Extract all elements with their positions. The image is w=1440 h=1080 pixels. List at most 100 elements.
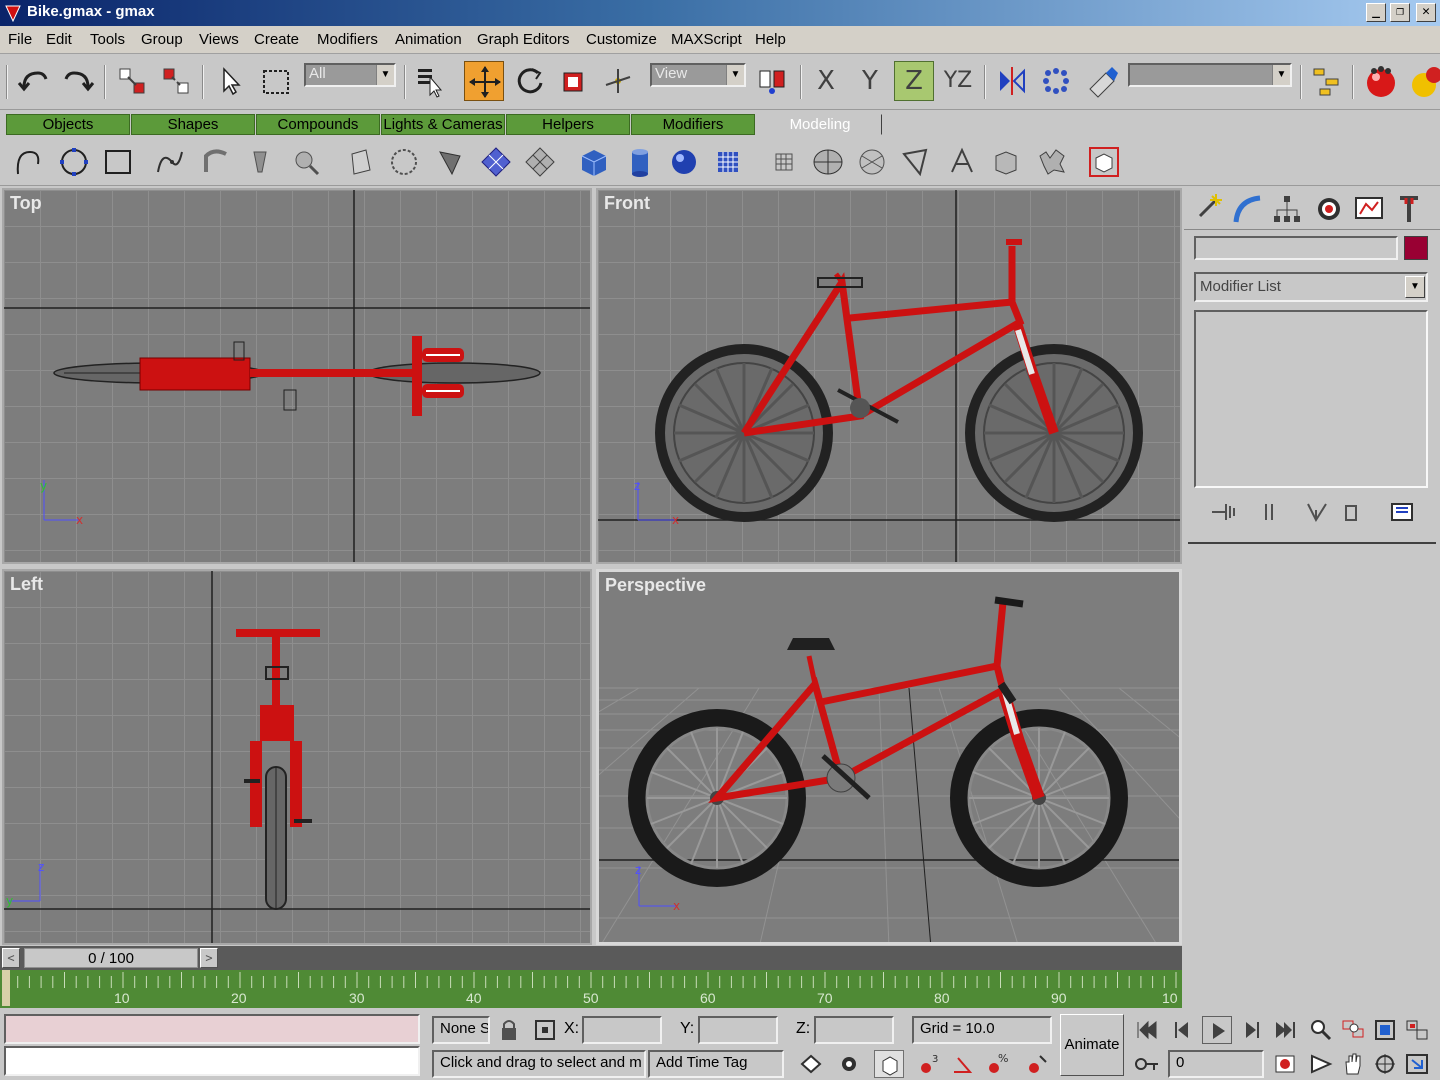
menu-tools[interactable]: Tools (90, 31, 125, 48)
track-view-icon[interactable] (1306, 61, 1346, 101)
mesh-select-icon[interactable] (384, 142, 424, 182)
x-coord-field[interactable] (582, 1016, 662, 1044)
select-and-rotate-icon[interactable] (510, 61, 550, 101)
box-icon[interactable] (574, 142, 614, 182)
menu-modifiers[interactable]: Modifiers (317, 31, 378, 48)
go-to-start-icon[interactable] (1132, 1016, 1162, 1044)
animate-button[interactable]: Animate (1060, 1014, 1124, 1076)
menu-customize[interactable]: Customize (586, 31, 657, 48)
show-end-result-icon[interactable] (1252, 496, 1286, 528)
array-icon[interactable] (1036, 61, 1076, 101)
time-prev-button[interactable]: < (2, 948, 20, 968)
zoom-icon[interactable] (1306, 1016, 1336, 1044)
current-frame-field[interactable]: 0 (1168, 1050, 1264, 1078)
select-by-name-icon[interactable] (410, 61, 450, 101)
tab-shapes[interactable]: Shapes (131, 114, 255, 135)
hierarchy-tab-icon[interactable] (1270, 192, 1304, 226)
circle-icon[interactable] (54, 142, 94, 182)
line-icon[interactable] (8, 142, 48, 182)
modifier-list-dropdown[interactable]: Modifier List ▼ (1194, 272, 1428, 302)
percent-snap-icon[interactable]: % (982, 1050, 1012, 1078)
taper-icon[interactable] (942, 142, 982, 182)
viewport-front[interactable]: z x Front (596, 188, 1182, 564)
reference-coord-dropdown[interactable]: View ▼ (650, 63, 746, 87)
sphere-toggle-icon[interactable] (796, 1050, 826, 1078)
z-coord-field[interactable] (814, 1016, 894, 1044)
pin-stack-icon[interactable] (1206, 496, 1240, 528)
next-frame-icon[interactable] (1236, 1016, 1266, 1044)
tab-objects[interactable]: Objects (6, 114, 130, 135)
display-tab-icon[interactable] (1352, 192, 1386, 226)
lock-selection-icon[interactable] (494, 1016, 524, 1044)
motion-tab-icon[interactable] (1312, 192, 1346, 226)
absolute-mode-icon[interactable] (530, 1016, 560, 1044)
menu-create[interactable]: Create (254, 31, 299, 48)
key-mode-icon[interactable] (1132, 1050, 1162, 1078)
grid-icon[interactable] (764, 142, 804, 182)
ffd-icon[interactable] (986, 142, 1026, 182)
tab-compounds[interactable]: Compounds (256, 114, 380, 135)
object-name-field[interactable] (1194, 236, 1398, 260)
play-icon[interactable] (1202, 1016, 1232, 1044)
box-mode-icon[interactable] (874, 1050, 904, 1078)
angle-snap-toggle-icon[interactable] (948, 1050, 978, 1078)
restrict-plane-button[interactable]: YZ (938, 61, 978, 101)
redo-button[interactable] (58, 61, 98, 101)
zoom-extents-all-icon[interactable] (1402, 1016, 1432, 1044)
menu-group[interactable]: Group (141, 31, 183, 48)
material-editor-icon[interactable] (1360, 61, 1400, 101)
configure-modifier-sets-icon[interactable] (1386, 496, 1420, 528)
sphere-icon[interactable] (664, 142, 704, 182)
remove-modifier-icon[interactable] (1334, 496, 1368, 528)
go-to-end-icon[interactable] (1270, 1016, 1300, 1044)
create-tab-icon[interactable] (1190, 192, 1224, 226)
selection-filter-dropdown[interactable]: All ▼ (304, 63, 396, 87)
mirror-icon[interactable] (992, 61, 1032, 101)
zoom-all-icon[interactable] (1338, 1016, 1368, 1044)
maximize-viewport-icon[interactable] (1402, 1050, 1432, 1078)
track-bar[interactable]: 10 20 30 40 50 60 70 80 90 10 (0, 970, 1182, 1008)
restrict-y-button[interactable]: Y (850, 61, 890, 101)
select-and-move-icon[interactable] (464, 61, 504, 101)
time-next-button[interactable]: > (200, 948, 218, 968)
time-slider[interactable]: < 0 / 100 > (0, 946, 1182, 970)
make-unique-icon[interactable] (1300, 496, 1334, 528)
menu-animation[interactable]: Animation (395, 31, 462, 48)
restrict-z-button[interactable]: Z (894, 61, 934, 101)
utilities-tab-icon[interactable] (1392, 192, 1426, 226)
maxscript-listener-mini[interactable] (4, 1014, 420, 1044)
zoom-extents-icon[interactable] (1370, 1016, 1400, 1044)
material-box-icon[interactable] (1084, 142, 1124, 182)
select-and-scale-icon[interactable] (554, 61, 594, 101)
previous-frame-icon[interactable] (1168, 1016, 1198, 1044)
edit-mesh-icon[interactable] (340, 142, 380, 182)
minimize-button[interactable]: _ (1366, 3, 1386, 22)
tab-modeling[interactable]: Modeling (758, 114, 882, 135)
field-of-view-icon[interactable] (1306, 1050, 1336, 1078)
menu-edit[interactable]: Edit (46, 31, 72, 48)
restore-button[interactable]: ❐ (1390, 3, 1410, 22)
faces-icon[interactable] (430, 142, 470, 182)
tab-modifiers[interactable]: Modifiers (631, 114, 755, 135)
plane-icon[interactable] (708, 142, 748, 182)
viewport-top[interactable]: y x Top (2, 188, 592, 564)
add-time-tag-button[interactable]: Add Time Tag (648, 1050, 784, 1078)
noise-icon[interactable] (1032, 142, 1072, 182)
render-icon[interactable] (1404, 61, 1440, 101)
cylinder-icon[interactable] (620, 142, 660, 182)
object-color-swatch[interactable] (1404, 236, 1428, 260)
restrict-x-button[interactable]: X (806, 61, 846, 101)
frame-counter[interactable]: 0 / 100 (24, 948, 198, 968)
menu-help[interactable]: Help (755, 31, 786, 48)
pivot-center-icon[interactable] (752, 61, 792, 101)
rectangle-icon[interactable] (98, 142, 138, 182)
unlink-selection-icon[interactable] (156, 61, 196, 101)
geosphere-icon[interactable] (852, 142, 892, 182)
align-icon[interactable] (1082, 61, 1122, 101)
mesh-smooth-icon[interactable] (476, 142, 516, 182)
modify-tab-icon[interactable] (1230, 192, 1264, 226)
sphere-wireframe-icon[interactable] (808, 142, 848, 182)
tessellate-icon[interactable] (520, 142, 560, 182)
select-region-icon[interactable] (256, 61, 296, 101)
pan-hand-icon[interactable] (1338, 1050, 1368, 1078)
